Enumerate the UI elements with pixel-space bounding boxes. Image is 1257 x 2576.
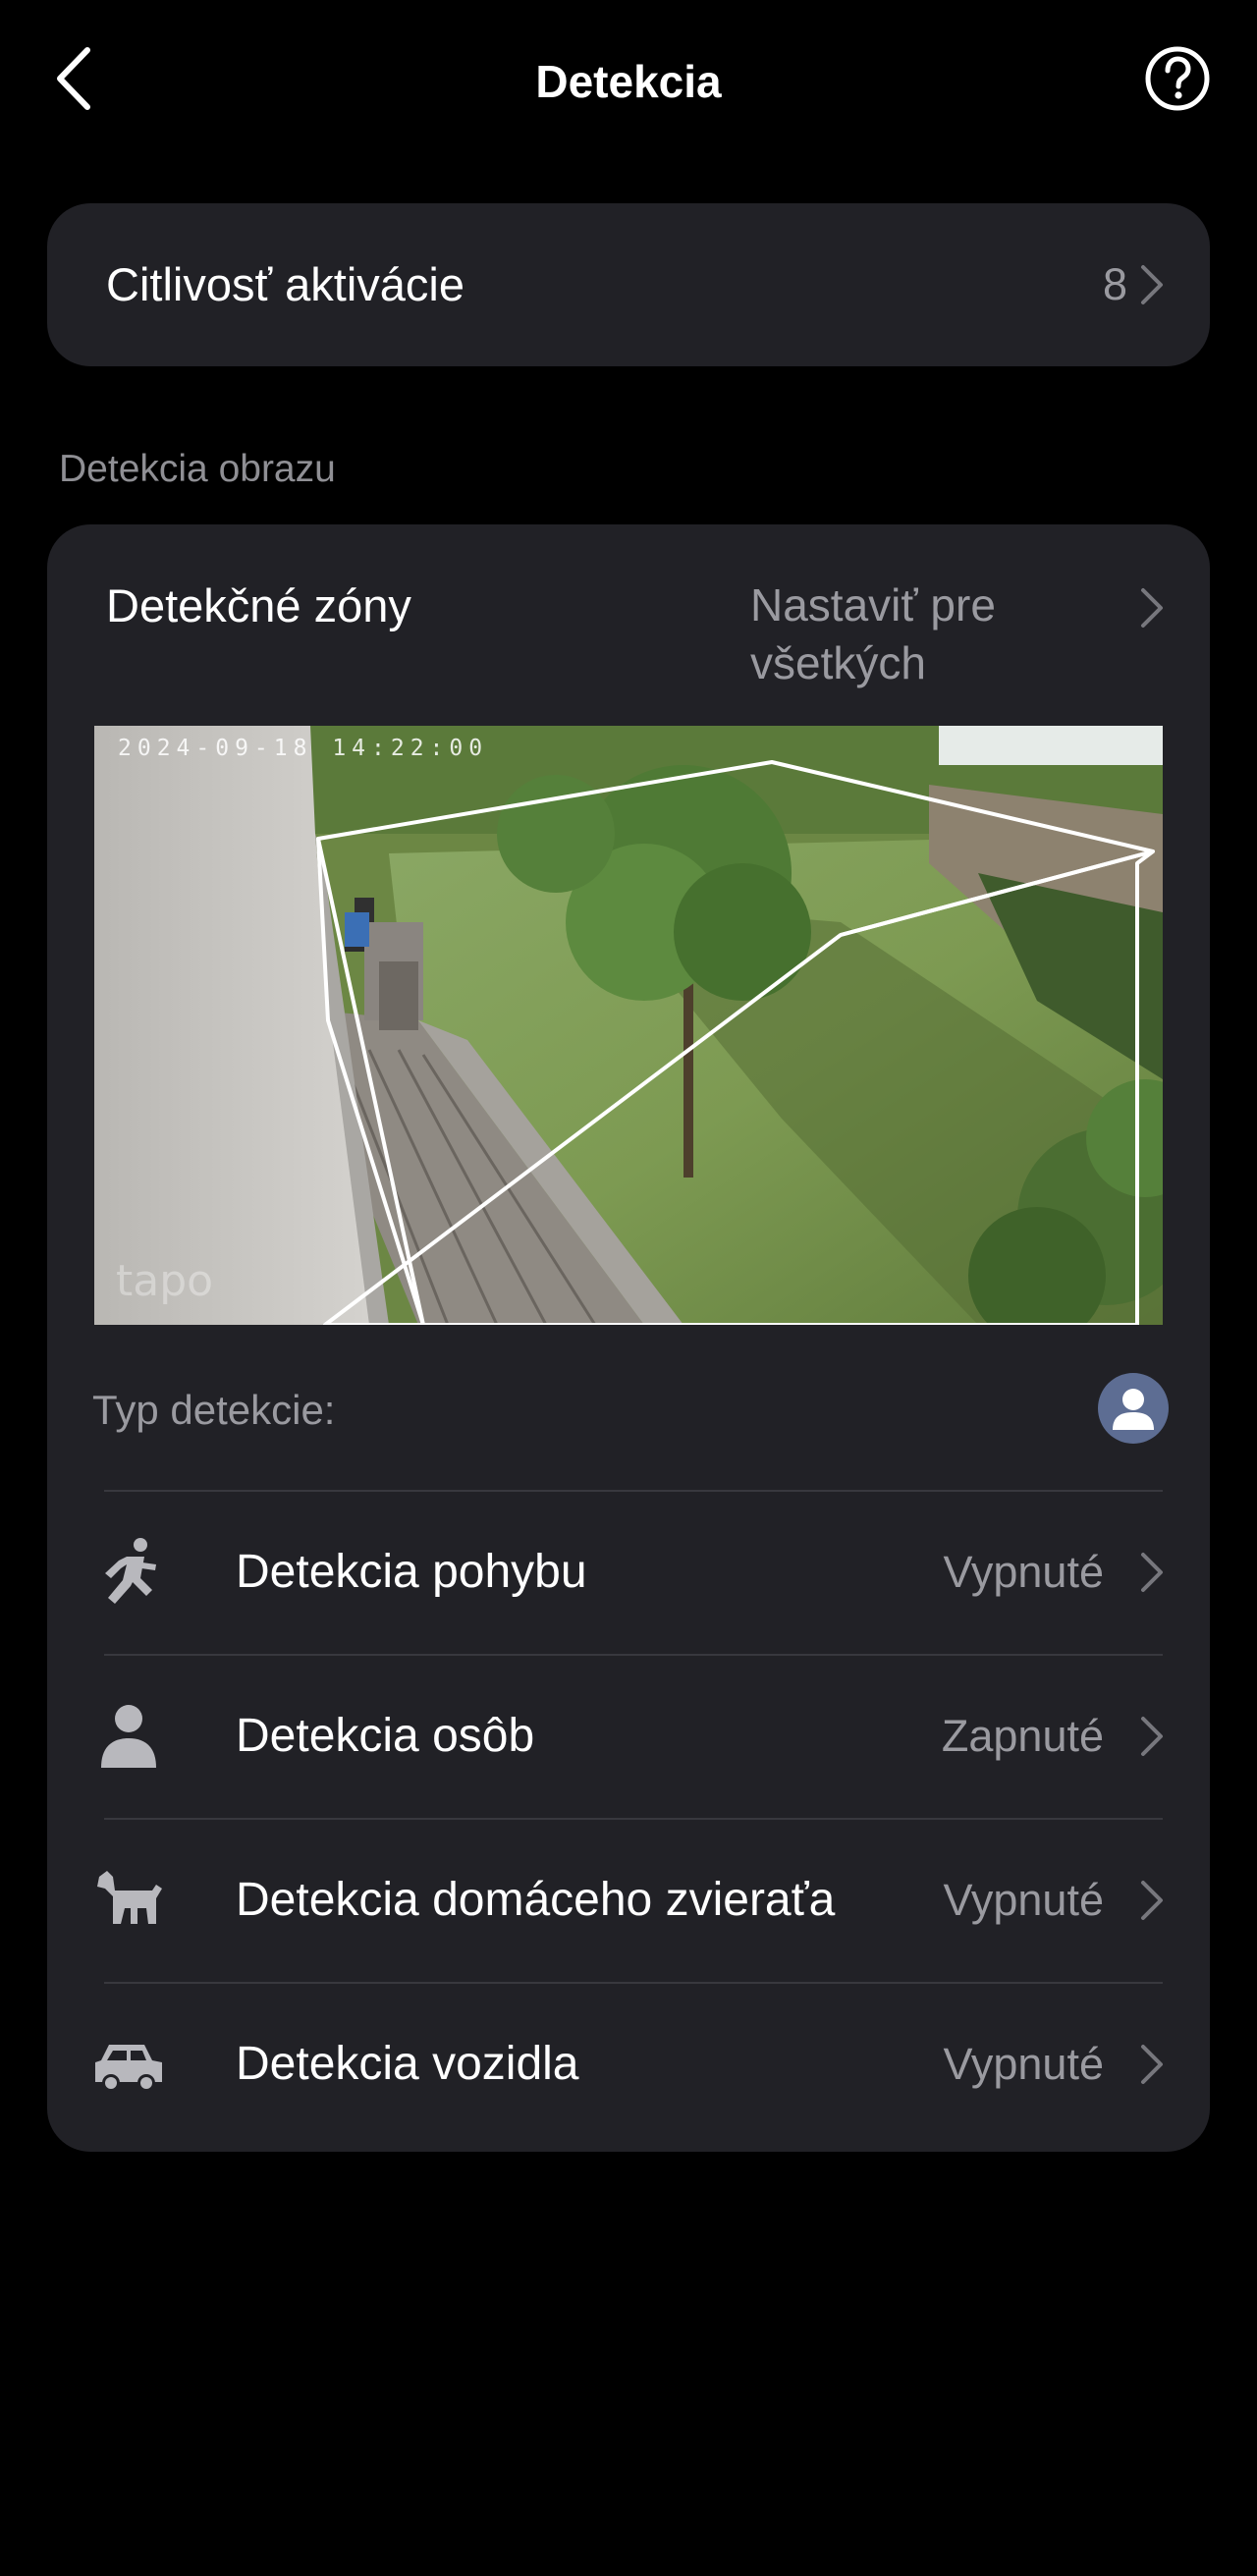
- detection-status: Vypnuté: [943, 1547, 1104, 1597]
- image-detection-card: Detekčné zóny Nastaviť pre všetkých 2024…: [47, 524, 1210, 2152]
- camera-watermark: tapo: [116, 1256, 214, 1306]
- detection-status: Vypnuté: [943, 1875, 1104, 1925]
- sensitivity-label: Citlivosť aktivácie: [106, 258, 465, 310]
- chevron-right-icon: [1141, 265, 1163, 304]
- vehicle-detection-row[interactable]: Detekcia vozidla Vypnuté: [47, 1983, 1210, 2146]
- person-icon: [101, 1705, 156, 1768]
- chevron-right-icon: [1141, 1717, 1163, 1756]
- help-button[interactable]: [1143, 44, 1212, 113]
- running-person-icon: [105, 1538, 156, 1604]
- car-icon: [95, 2045, 162, 2092]
- camera-timestamp: 2024-09-18 14:22:00: [118, 736, 489, 761]
- detection-zones-row[interactable]: Detekčné zóny Nastaviť pre všetkých: [47, 524, 1210, 721]
- chevron-right-icon: [1141, 1553, 1163, 1592]
- detection-status: Zapnuté: [941, 1711, 1104, 1761]
- help-circle-icon: [1145, 46, 1210, 111]
- camera-preview[interactable]: 2024-09-18 14:22:00 tapo: [94, 726, 1163, 1325]
- motion-detection-row[interactable]: Detekcia pohybu Vypnuté: [47, 1491, 1210, 1654]
- detection-label: Detekcia osôb: [236, 1710, 535, 1762]
- dog-icon: [97, 1871, 162, 1924]
- page-title: Detekcia: [535, 56, 722, 107]
- sensitivity-row[interactable]: Citlivosť aktivácie 8: [47, 203, 1210, 366]
- detection-zones-label: Detekčné zóny: [106, 579, 411, 631]
- chevron-right-icon: [1141, 2045, 1163, 2084]
- detection-label: Detekcia domáceho zvieraťa: [236, 1874, 836, 1926]
- person-detection-row[interactable]: Detekcia osôb Zapnuté: [47, 1655, 1210, 1818]
- detection-zones-value: Nastaviť pre všetkých: [750, 579, 996, 688]
- detection-label: Detekcia pohybu: [236, 1546, 587, 1598]
- detection-label: Detekcia vozidla: [236, 2038, 579, 2090]
- detection-type-label: Typ detekcie:: [92, 1387, 336, 1433]
- sensitivity-value: 8: [1102, 259, 1127, 309]
- camera-snapshot-image: [94, 726, 1163, 1325]
- chevron-right-icon: [1141, 1881, 1163, 1920]
- detection-status: Vypnuté: [943, 2039, 1104, 2089]
- person-avatar-icon: [1098, 1373, 1169, 1444]
- section-heading: Detekcia obrazu: [59, 448, 336, 490]
- pet-detection-row[interactable]: Detekcia domáceho zvieraťa Vypnuté: [47, 1819, 1210, 1982]
- header-bar: Detekcia: [0, 0, 1257, 162]
- chevron-right-icon: [1141, 588, 1163, 628]
